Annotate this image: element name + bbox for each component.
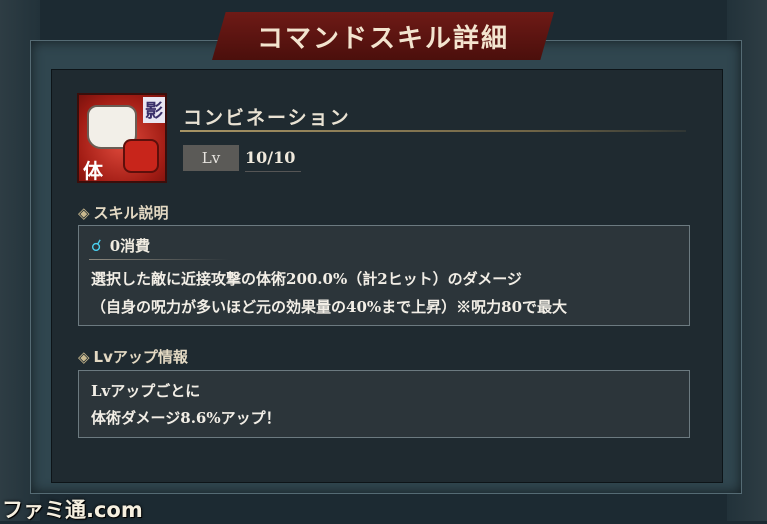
skill-attribute-label: 影 <box>143 97 165 123</box>
skill-type-label: 体 <box>83 159 103 183</box>
level-value: 10/10 <box>245 145 302 172</box>
spirit-drop-icon: ☌ <box>91 236 102 255</box>
red-fist-shape <box>123 139 159 173</box>
cost-row: ☌ 0消費 <box>91 235 150 256</box>
skill-name: コンビネーション <box>183 107 351 129</box>
description-heading: ◈ スキル説明 <box>78 202 169 223</box>
levelup-box: Lvアップごとに 体術ダメージ8.6%アップ！ <box>78 370 690 438</box>
watermark-logo: ファミ通.com <box>2 498 143 522</box>
cost-divider <box>89 259 229 260</box>
fist-icon: 体 影 <box>77 93 167 183</box>
description-heading-label: スキル説明 <box>93 204 169 222</box>
cost-text: 0消費 <box>109 237 151 255</box>
description-line: 選択した敵に近接攻撃の体術200.0%（計2ヒット）のダメージ <box>91 270 522 288</box>
window-title: コマンドスキル詳細 <box>256 23 509 54</box>
levelup-line: 体術ダメージ8.6%アップ！ <box>91 409 281 427</box>
skill-name-divider <box>180 130 686 132</box>
levelup-line: Lvアップごとに <box>91 382 201 400</box>
diamond-icon: ◈ <box>78 204 90 222</box>
diamond-icon: ◈ <box>78 348 90 366</box>
levelup-heading-label: Lvアップ情報 <box>93 348 188 366</box>
levelup-heading: ◈ Lvアップ情報 <box>78 346 188 367</box>
description-box: ☌ 0消費 選択した敵に近接攻撃の体術200.0%（計2ヒット）のダメージ （自… <box>78 225 690 326</box>
level-badge: Lv <box>183 145 239 171</box>
title-banner: コマンドスキル詳細 <box>212 12 554 60</box>
description-line: （自身の呪力が多いほど元の効果量の40%まで上昇）※呪力80で最大 <box>91 298 568 316</box>
